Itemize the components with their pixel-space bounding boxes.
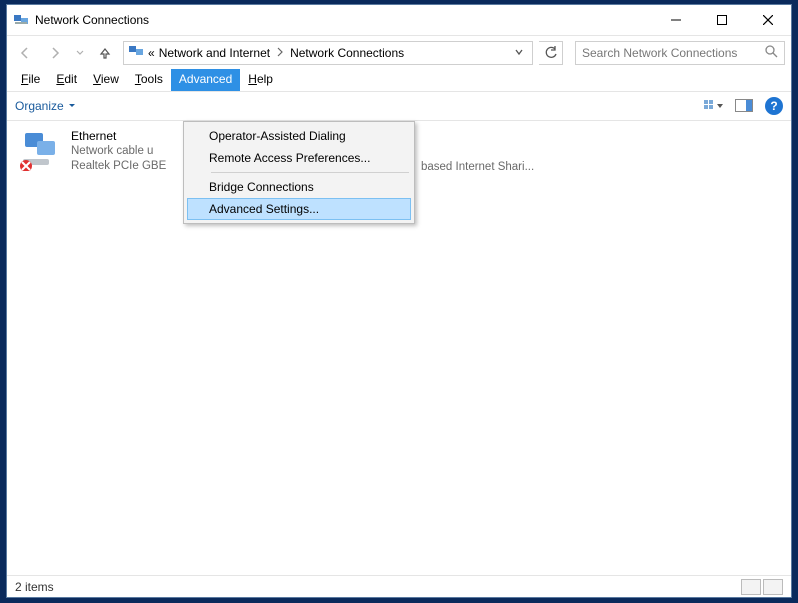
breadcrumb-seg-1[interactable]: Network and Internet: [159, 46, 270, 60]
titlebar: Network Connections: [7, 5, 791, 35]
search-box[interactable]: Search Network Connections: [575, 41, 785, 65]
toolbar: Organize ?: [7, 91, 791, 121]
menu-advanced-settings[interactable]: Advanced Settings...: [187, 198, 411, 220]
refresh-button[interactable]: [539, 41, 563, 65]
search-icon: [765, 45, 778, 61]
ethernet-icon: [19, 129, 61, 171]
advanced-dropdown-menu: Operator-Assisted Dialing Remote Access …: [183, 121, 415, 224]
address-box[interactable]: « Network and Internet Network Connectio…: [123, 41, 533, 65]
ethernet-status: Network cable u: [71, 144, 166, 159]
address-bar-row: « Network and Internet Network Connectio…: [7, 35, 791, 69]
organize-button[interactable]: Organize: [15, 99, 76, 113]
window-title: Network Connections: [35, 13, 149, 27]
menu-bar: File Edit View Tools Advanced Help: [7, 69, 791, 91]
menu-tools[interactable]: Tools: [127, 69, 171, 91]
menu-bridge-connections[interactable]: Bridge Connections: [187, 176, 411, 198]
maximize-button[interactable]: [699, 5, 745, 35]
breadcrumb-history-dropdown[interactable]: [514, 46, 528, 60]
app-icon: [13, 12, 29, 28]
ethernet-labels: Ethernet Network cable u Realtek PCIe GB…: [71, 129, 166, 174]
menu-view[interactable]: View: [85, 69, 127, 91]
menu-remote-access-preferences[interactable]: Remote Access Preferences...: [187, 147, 411, 169]
menu-advanced[interactable]: Advanced: [171, 69, 240, 91]
menu-operator-assisted-dialing[interactable]: Operator-Assisted Dialing: [187, 125, 411, 147]
forward-button[interactable]: [43, 41, 67, 65]
view-options-button[interactable]: [701, 95, 727, 117]
chevron-right-icon[interactable]: [274, 46, 286, 60]
breadcrumb-seg-2[interactable]: Network Connections: [290, 46, 404, 60]
ethernet-name: Ethernet: [71, 129, 166, 144]
minimize-button[interactable]: [653, 5, 699, 35]
ethernet-adapter: Realtek PCIe GBE: [71, 159, 166, 174]
menu-separator: [211, 172, 409, 173]
connection-item-other-fragment[interactable]: based Internet Shari...: [421, 161, 534, 173]
large-icons-view-button[interactable]: [763, 579, 783, 595]
status-bar: 2 items: [7, 575, 791, 597]
location-icon: [128, 43, 144, 62]
content-area: Ethernet Network cable u Realtek PCIe GB…: [7, 121, 791, 575]
help-button[interactable]: ?: [765, 97, 783, 115]
search-placeholder: Search Network Connections: [582, 46, 765, 60]
view-mode-icons: [741, 579, 783, 595]
recent-dropdown[interactable]: [73, 41, 87, 65]
breadcrumb-prefix: «: [148, 46, 155, 60]
window-frame: Network Connections « Netw: [6, 4, 792, 598]
preview-pane-button[interactable]: [731, 95, 757, 117]
back-button[interactable]: [13, 41, 37, 65]
status-item-count: 2 items: [15, 580, 54, 594]
menu-file[interactable]: File: [13, 69, 48, 91]
organize-label: Organize: [15, 99, 64, 113]
close-button[interactable]: [745, 5, 791, 35]
up-button[interactable]: [93, 41, 117, 65]
menu-edit[interactable]: Edit: [48, 69, 85, 91]
details-view-button[interactable]: [741, 579, 761, 595]
menu-help[interactable]: Help: [240, 69, 281, 91]
